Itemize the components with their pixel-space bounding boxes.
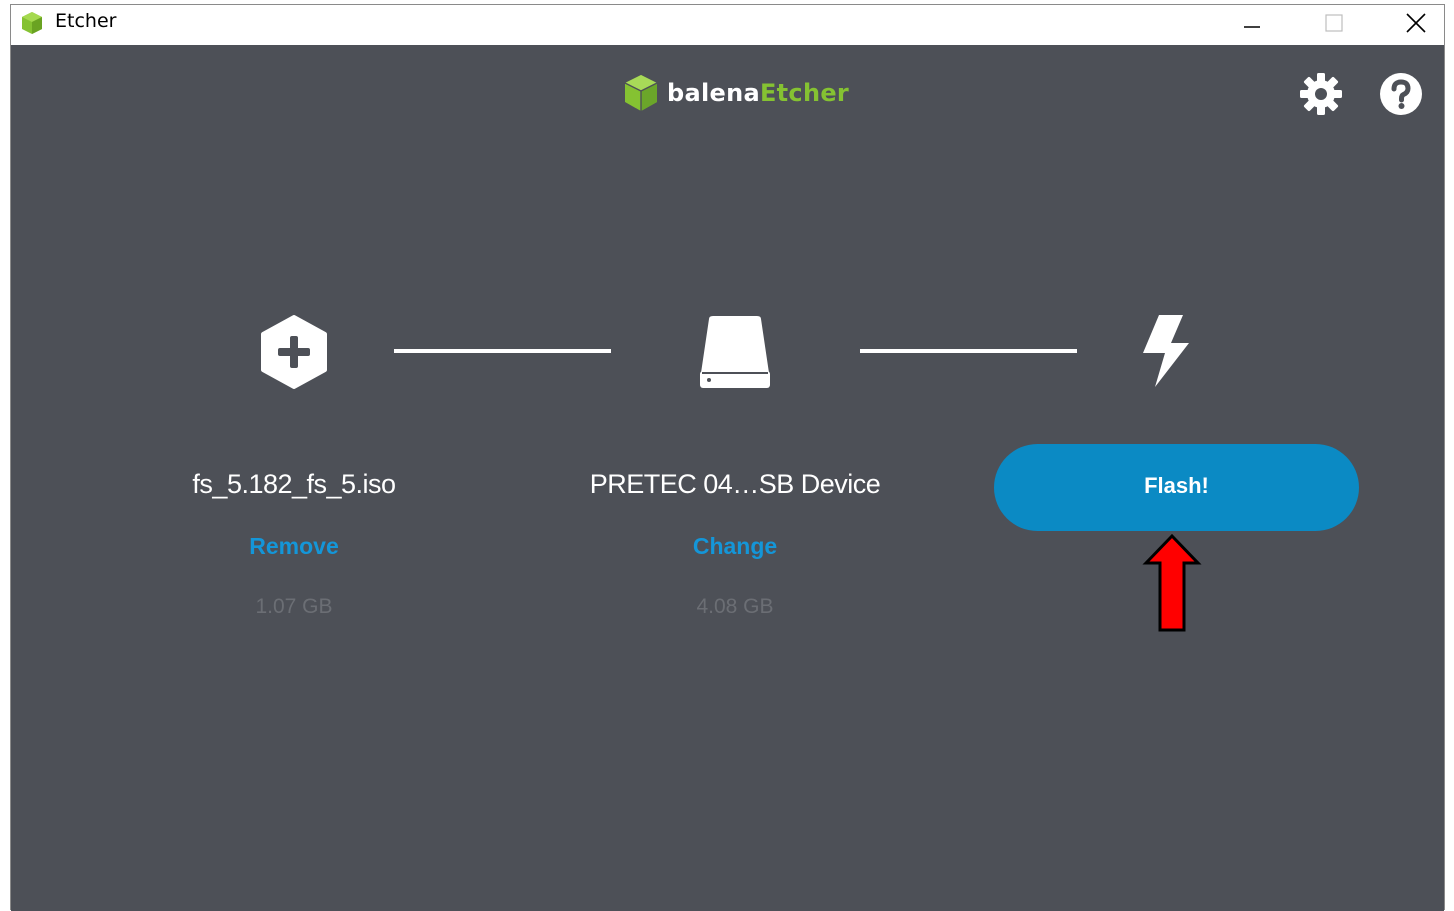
title-bar[interactable]: Etcher: [11, 5, 1444, 45]
close-icon: [1406, 13, 1426, 33]
drive-size: 4.08 GB: [696, 595, 774, 618]
maximize-button[interactable]: [1304, 5, 1364, 41]
etcher-app-icon: [22, 12, 42, 34]
logo-balena-text: balena: [667, 79, 760, 107]
plus-hexagon-icon: [261, 315, 327, 389]
selected-drive-name: PRETEC 04…SB Device: [589, 469, 881, 499]
select-drive-step-icon[interactable]: [699, 315, 771, 389]
step-connector-1: [394, 349, 611, 353]
lightning-icon: [1143, 315, 1189, 387]
balena-etcher-logo: balenaEtcher: [623, 73, 849, 113]
selected-image-name: fs_5.182_fs_5.iso: [192, 469, 396, 499]
help-icon: [1380, 73, 1422, 115]
maximize-icon: [1325, 14, 1343, 32]
image-size: 1.07 GB: [255, 595, 333, 618]
flash-button[interactable]: Flash!: [994, 444, 1359, 531]
annotation-up-arrow-icon: [1142, 533, 1202, 632]
drive-icon: [700, 316, 770, 388]
logo-etcher-text: Etcher: [759, 79, 850, 107]
settings-button[interactable]: [1297, 70, 1345, 118]
minimize-icon: [1244, 26, 1260, 28]
app-content: balenaEtcher fs_5.182_fs_5.iso Remove 1.…: [11, 45, 1444, 911]
gear-icon: [1300, 73, 1342, 115]
minimize-button[interactable]: [1222, 5, 1282, 41]
help-button[interactable]: [1377, 70, 1425, 118]
window-title: Etcher: [55, 10, 117, 32]
remove-image-link[interactable]: Remove: [194, 533, 394, 560]
step-connector-2: [860, 349, 1077, 353]
close-button[interactable]: [1386, 5, 1446, 41]
etcher-window: Etcher balenaEtcher fs_5.182_fs_5.iso Re…: [10, 4, 1445, 911]
flash-step-icon: [1139, 313, 1191, 389]
logo-text: balenaEtcher: [667, 79, 849, 107]
change-drive-link[interactable]: Change: [635, 533, 835, 560]
etcher-cube-icon: [624, 75, 658, 111]
select-image-step-icon[interactable]: [259, 315, 329, 389]
